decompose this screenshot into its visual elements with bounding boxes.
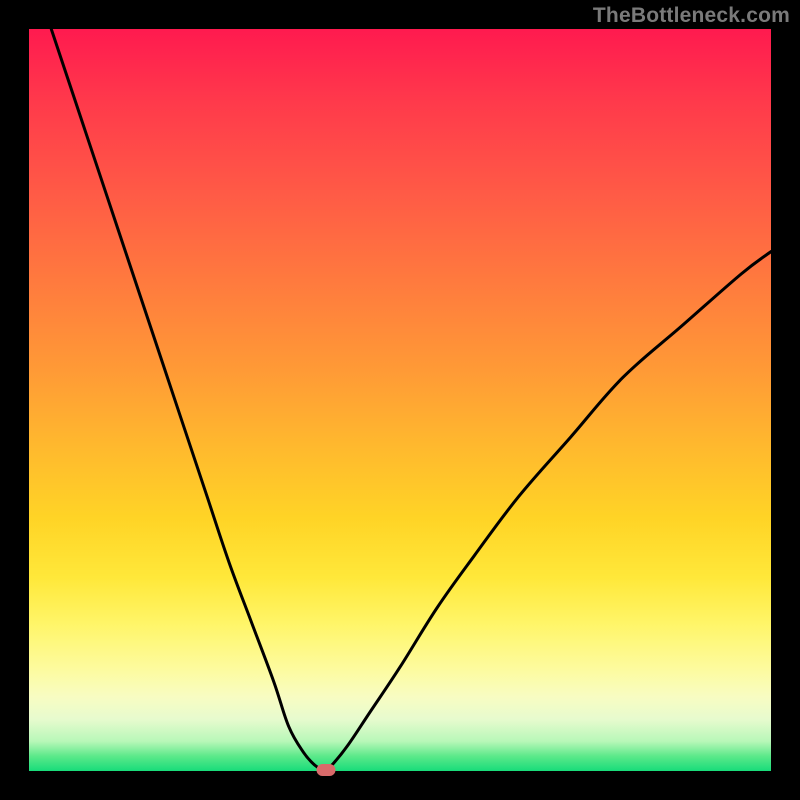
- bottleneck-curve: [29, 29, 771, 771]
- plot-area: [29, 29, 771, 771]
- optimum-marker: [316, 764, 335, 776]
- curve-path: [51, 29, 771, 770]
- chart-frame: TheBottleneck.com: [0, 0, 800, 800]
- watermark-text: TheBottleneck.com: [593, 4, 790, 28]
